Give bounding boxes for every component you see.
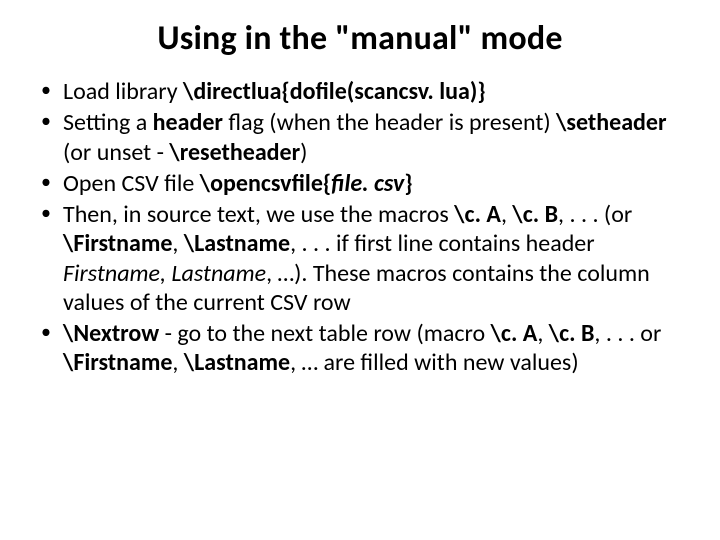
text: (or unset - <box>63 138 169 167</box>
text: , <box>501 200 512 229</box>
text: (or <box>599 200 633 229</box>
text-bold: \Nextrow <box>63 319 159 348</box>
text-bold: \c. B <box>512 200 558 229</box>
text-bold: \Lastname <box>184 229 290 258</box>
text: Load library <box>63 77 183 106</box>
text: . . . <box>302 229 331 258</box>
text: . . . <box>606 319 635 348</box>
text: , <box>172 229 183 258</box>
text-bold: \c. B <box>549 319 595 348</box>
text-bold: \c. A <box>454 200 501 229</box>
text-bold: \Firstname <box>63 348 172 377</box>
bullet-item-3: Open CSV file \opencsvfile{file. csv} <box>35 169 685 198</box>
text: - go to the next table row (macro <box>159 319 490 348</box>
text: , <box>594 319 605 348</box>
bullet-item-5: \Nextrow - go to the next table row (mac… <box>35 319 685 378</box>
bullet-item-1: Load library \directlua{dofile(scancsv. … <box>35 77 685 106</box>
text: Then, in source text, we use the macros <box>63 200 454 229</box>
text-italic: Lastname <box>171 259 266 288</box>
text-bold: header <box>153 108 223 137</box>
text-bold-italic: file. csv <box>331 169 404 198</box>
bullet-item-4: Then, in source text, we use the macros … <box>35 200 685 317</box>
text: flag (when the header is present) <box>223 108 556 137</box>
text: Open CSV file <box>63 169 200 198</box>
text-bold: \Lastname <box>184 348 290 377</box>
text: Setting a <box>63 108 153 137</box>
text-bold: } <box>404 169 412 198</box>
text: , … are filled with new values) <box>290 348 578 377</box>
slide: Using in the "manual" mode Load library … <box>0 0 720 540</box>
text-bold: \setheader <box>556 108 666 137</box>
text: , <box>558 200 569 229</box>
text: or <box>635 319 661 348</box>
text-bold: \directlua{dofile(scancsv. lua)} <box>183 77 486 106</box>
text-bold: \resetheader <box>169 138 300 167</box>
text: , <box>172 348 183 377</box>
text: , <box>290 229 301 258</box>
text-bold: \opencsvfile{ <box>200 169 331 198</box>
text-italic: , <box>160 259 171 288</box>
bullet-list: Load library \directlua{dofile(scancsv. … <box>35 77 685 378</box>
text-bold: \c. A <box>491 319 538 348</box>
slide-title: Using in the "manual" mode <box>35 18 685 59</box>
text-italic: Firstname <box>63 259 160 288</box>
text-bold: \Firstname <box>63 229 172 258</box>
text: if first line contains header <box>331 229 595 258</box>
text: ) <box>300 138 307 167</box>
bullet-item-2: Setting a header flag (when the header i… <box>35 108 685 167</box>
text: , <box>537 319 548 348</box>
text: . . . <box>569 200 598 229</box>
